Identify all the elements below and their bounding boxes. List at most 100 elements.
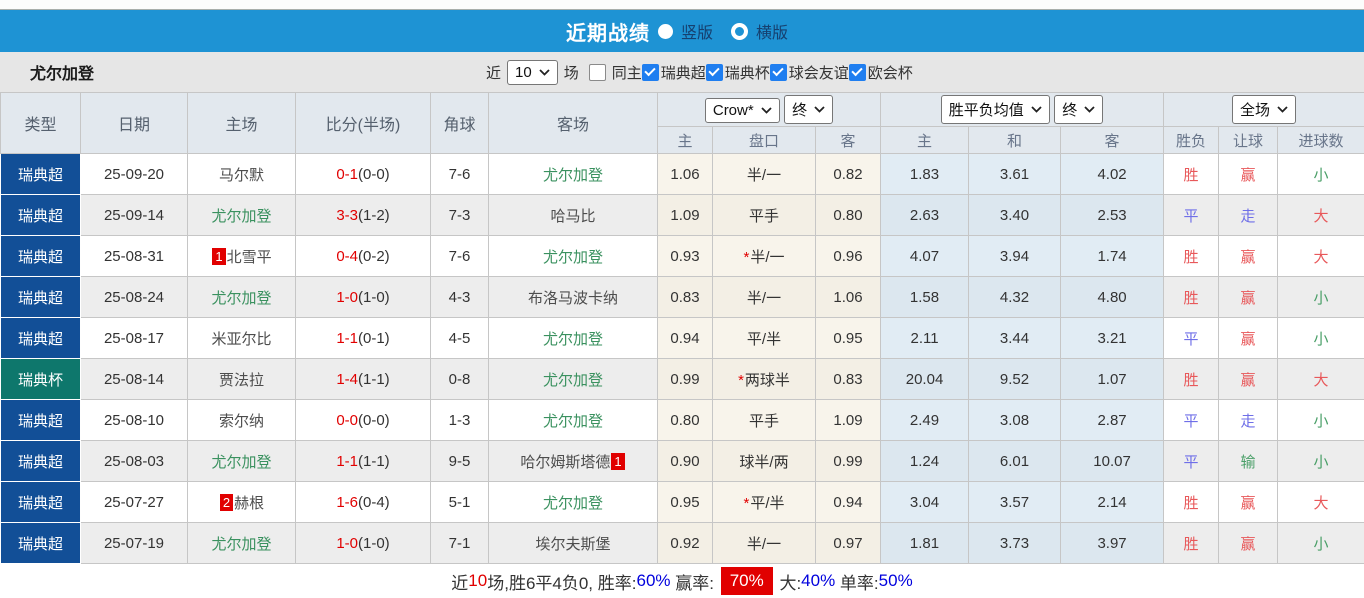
score-cell: 1-4(1-1)	[296, 359, 431, 400]
subcol-handicap: 盘口	[713, 127, 816, 154]
goals-result-cell: 大	[1278, 482, 1364, 523]
away-team-cell: 尤尔加登	[489, 482, 658, 523]
horizontal-layout-label[interactable]: 横版	[756, 19, 788, 43]
subcol-euro-draw: 和	[969, 127, 1061, 154]
handicap-line: 平手	[749, 413, 779, 430]
league-checkbox-1[interactable]	[706, 64, 723, 81]
goals-result-cell: 大	[1278, 359, 1364, 400]
subcol-goals-result: 进球数	[1278, 127, 1364, 154]
asia-home-odds: 0.90	[658, 441, 713, 482]
wdl-result-cell: 平	[1164, 195, 1219, 236]
score-cell: 1-0(1-0)	[296, 523, 431, 564]
asia-home-odds: 0.99	[658, 359, 713, 400]
table-header-row-1: 类型 日期 主场 比分(半场) 角球 客场 Crow* 终 胜平负均值	[1, 93, 1364, 127]
asia-handicap-cell: *平/半	[713, 482, 816, 523]
summary-segment: 40%	[801, 571, 835, 591]
summary-segment: 大:	[775, 569, 801, 594]
chevron-down-icon	[1277, 106, 1288, 113]
wdl-result-cell: 胜	[1164, 482, 1219, 523]
fulltime-score: 1-0	[336, 535, 358, 552]
home-team-name: 北雪平	[227, 249, 272, 266]
league-label-1: 瑞典杯	[725, 62, 770, 83]
handicap-result-cell: 走	[1219, 400, 1278, 441]
col-header-score: 比分(半场)	[296, 93, 431, 154]
handicap-result-cell: 赢	[1219, 523, 1278, 564]
asia-away-odds: 0.82	[816, 154, 881, 195]
euro-home-odds: 1.83	[881, 154, 969, 195]
scope-select[interactable]: 全场	[1232, 95, 1296, 124]
near-label: 近	[486, 62, 501, 83]
euro-away-odds: 3.21	[1061, 318, 1164, 359]
asia-odds-state-select[interactable]: 终	[784, 95, 833, 124]
score-cell: 3-3(1-2)	[296, 195, 431, 236]
league-checkbox-0[interactable]	[642, 64, 659, 81]
away-team-cell: 尤尔加登	[489, 400, 658, 441]
home-team-cell: 尤尔加登	[188, 441, 296, 482]
games-label: 场	[564, 62, 579, 83]
same-home-checkbox[interactable]	[589, 64, 606, 81]
match-type-cell: 瑞典超	[1, 236, 81, 277]
col-header-corners: 角球	[431, 93, 489, 154]
summary-segment: 场,胜6平4负0, 胜率:	[487, 569, 636, 594]
away-team-cell: 尤尔加登	[489, 154, 658, 195]
table-row: 瑞典超25-08-311北雪平0-4(0-2)7-6尤尔加登0.93*半/一0.…	[1, 236, 1364, 277]
handicap-star-icon: *	[743, 249, 749, 266]
wdl-average-value: 胜平负均值	[949, 99, 1024, 120]
horizontal-layout-radio[interactable]	[731, 23, 748, 40]
match-type-cell: 瑞典超	[1, 154, 81, 195]
score-cell: 1-1(1-1)	[296, 441, 431, 482]
home-team-name: 米亚尔比	[211, 331, 271, 348]
table-row: 瑞典超25-09-14尤尔加登3-3(1-2)7-3哈马比1.09平手0.802…	[1, 195, 1364, 236]
handicap-result-cell: 赢	[1219, 318, 1278, 359]
fulltime-score: 0-0	[336, 412, 358, 429]
away-team-name: 布洛马波卡纳	[528, 290, 618, 307]
match-type-cell: 瑞典超	[1, 277, 81, 318]
corners-cell: 4-3	[431, 277, 489, 318]
score-cell: 0-4(0-2)	[296, 236, 431, 277]
check-icon	[773, 65, 784, 76]
euro-away-odds: 1.74	[1061, 236, 1164, 277]
euro-home-odds: 1.24	[881, 441, 969, 482]
handicap-line: 平/半	[747, 331, 781, 348]
col-header-away: 客场	[489, 93, 658, 154]
chevron-down-icon	[539, 69, 550, 76]
away-team-name: 尤尔加登	[543, 413, 603, 430]
table-row: 瑞典超25-07-272赫根1-6(0-4)5-1尤尔加登0.95*平/半0.9…	[1, 482, 1364, 523]
league-checkbox-2[interactable]	[770, 64, 787, 81]
table-row: 瑞典杯25-08-14贾法拉1-4(1-1)0-8尤尔加登0.99*两球半0.8…	[1, 359, 1364, 400]
chevron-down-icon	[1031, 106, 1042, 113]
odds-company-select[interactable]: Crow*	[705, 98, 780, 123]
corners-cell: 9-5	[431, 441, 489, 482]
wdl-average-select[interactable]: 胜平负均值	[941, 95, 1050, 124]
summary-segment: 近	[451, 569, 468, 594]
asia-odds-header: Crow* 终	[658, 93, 881, 127]
euro-home-odds: 2.49	[881, 400, 969, 441]
corners-cell: 7-1	[431, 523, 489, 564]
league-label-2: 球会友谊	[789, 62, 849, 83]
match-date-cell: 25-07-19	[81, 523, 188, 564]
halftime-score: (1-2)	[358, 207, 390, 224]
red-card-badge: 1	[212, 248, 225, 265]
match-type-cell: 瑞典超	[1, 523, 81, 564]
asia-away-odds: 0.83	[816, 359, 881, 400]
euro-home-odds: 20.04	[881, 359, 969, 400]
league-label-0: 瑞典超	[661, 62, 706, 83]
table-row: 瑞典超25-08-03尤尔加登1-1(1-1)9-5哈尔姆斯塔德10.90球半/…	[1, 441, 1364, 482]
match-count-select[interactable]: 10	[507, 60, 558, 85]
home-team-cell: 马尔默	[188, 154, 296, 195]
check-icon	[645, 65, 656, 76]
title-bar: 近期战绩 竖版 横版	[0, 10, 1364, 52]
summary-segment: 单率:	[835, 569, 878, 594]
euro-odds-state-select[interactable]: 终	[1054, 95, 1103, 124]
goals-result-cell: 小	[1278, 277, 1364, 318]
table-row: 瑞典超25-08-10索尔纳0-0(0-0)1-3尤尔加登0.80平手1.092…	[1, 400, 1364, 441]
handicap-result-cell: 输	[1219, 441, 1278, 482]
euro-away-odds: 10.07	[1061, 441, 1164, 482]
goals-result-cell: 小	[1278, 523, 1364, 564]
vertical-layout-label[interactable]: 竖版	[681, 19, 713, 43]
euro-away-odds: 4.02	[1061, 154, 1164, 195]
vertical-layout-radio[interactable]	[658, 24, 673, 39]
league-checkbox-3[interactable]	[849, 64, 866, 81]
corners-cell: 0-8	[431, 359, 489, 400]
handicap-line: 半/一	[747, 290, 781, 307]
